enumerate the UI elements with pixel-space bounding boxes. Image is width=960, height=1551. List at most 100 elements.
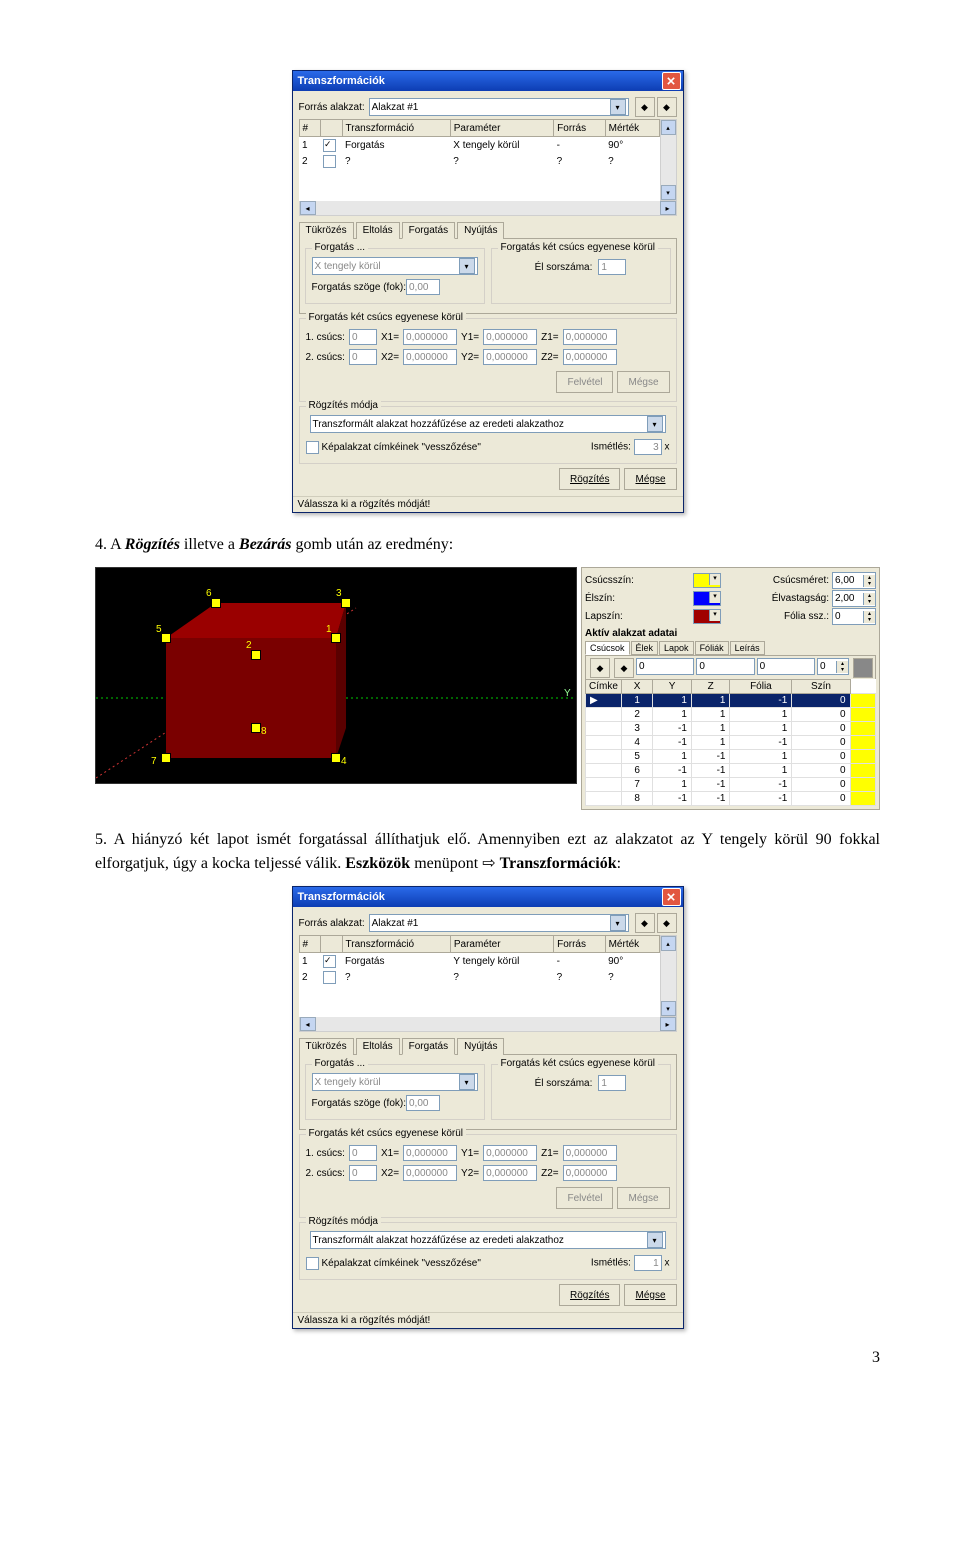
page-number: 3 (95, 1349, 880, 1367)
tab-rotate[interactable]: Forgatás (402, 1038, 455, 1055)
repeat-input[interactable] (634, 439, 662, 455)
tab-faces[interactable]: Lapok (659, 641, 694, 655)
rotate-axis-combo[interactable]: X tengely körül ▾ (312, 1073, 478, 1091)
checkbox-icon[interactable] (323, 971, 336, 984)
cancel-button[interactable]: Mégse (617, 371, 669, 393)
table-row: ▶111-10 (586, 694, 876, 708)
chevron-down-icon: ▾ (709, 592, 720, 603)
repeat-input[interactable] (634, 1255, 662, 1271)
tab-mirror[interactable]: Tükrözés (299, 1038, 354, 1055)
table-row[interactable]: 1 Forgatás Y tengely körül - 90° (299, 953, 659, 970)
edge-width-spinner[interactable]: 2,00▴▾ (832, 590, 876, 607)
chevron-down-icon: ▾ (610, 915, 626, 931)
color-cell[interactable] (853, 658, 873, 678)
table-row[interactable]: 2 ? ? ? ? (299, 153, 659, 169)
scroll-up-icon: ▴ (661, 120, 676, 135)
edge-index-input[interactable] (598, 259, 626, 275)
dialog-title: Transzformációk (298, 75, 385, 87)
transforms-dialog-1: Transzformációk Forrás alakzat: Alakzat … (292, 70, 684, 513)
arrow-up-button[interactable]: ◆ (635, 97, 655, 117)
titlebar[interactable]: Transzformációk (293, 71, 683, 91)
fix-button[interactable]: Rögzítés (559, 468, 620, 490)
chevron-down-icon[interactable]: ▾ (610, 99, 626, 115)
rotate-group: Forgatás ... X tengely körül ▾ Forgatás … (305, 248, 485, 304)
cancel-button[interactable]: Mégse (617, 1187, 669, 1209)
vertices-table[interactable]: CímkeXYZFóliaSzín ▶111-10 21110 3-1110 4… (585, 679, 876, 806)
table-row: 71-1-10 (586, 778, 876, 792)
dialog-title: Transzformációk (298, 891, 385, 903)
chevron-down-icon: ▾ (709, 610, 720, 621)
chevron-down-icon: ▾ (459, 258, 475, 274)
close-icon[interactable] (662, 888, 681, 906)
rotate-axis-combo[interactable]: X tengely körül ▾ (312, 257, 478, 275)
paragraph-5: 5. A hiányzó két lapot ismét forgatással… (95, 828, 880, 876)
arrow-down-button[interactable]: ◆ (657, 97, 677, 117)
close-button[interactable]: Mégse (624, 1284, 676, 1306)
scroll-right-icon: ▸ (660, 201, 676, 215)
tab-translate[interactable]: Eltolás (356, 222, 400, 239)
nav-down-icon[interactable]: ◆ (614, 658, 634, 678)
tab-vertices[interactable]: Csúcsok (585, 641, 630, 655)
scrollbar-horizontal[interactable]: ◂ ▸ (299, 200, 677, 216)
axis-y-label: Y (564, 688, 571, 699)
table-row: 6-1-110 (586, 764, 876, 778)
scroll-left-icon: ◂ (300, 201, 316, 215)
vertex-size-spinner[interactable]: 6,00▴▾ (832, 572, 876, 589)
vertex-color-swatch[interactable]: ▾ (693, 573, 721, 588)
status-bar: Válassza ki a rögzítés módját! (293, 1312, 683, 1328)
table-row: 51-110 (586, 750, 876, 764)
chevron-down-icon: ▾ (709, 574, 720, 585)
fix-mode-combo[interactable]: Transzformált alakzat hozzáfűzése az ere… (310, 415, 666, 433)
active-shape-title: Aktív alakzat adatai (585, 628, 876, 639)
source-shape-label: Forrás alakzat: (299, 102, 365, 113)
table-row[interactable]: 2 ? ? ? ? (299, 969, 659, 985)
checkbox-icon[interactable] (323, 955, 336, 968)
arrow-down-button[interactable]: ◆ (657, 913, 677, 933)
table-row: 21110 (586, 708, 876, 722)
properties-panel: Csúcsszín: ▾ Csúcsméret: 6,00▴▾ Élszín: … (581, 567, 880, 810)
nav-up-icon[interactable]: ◆ (590, 658, 610, 678)
tab-rotate[interactable]: Forgatás (402, 222, 455, 239)
titlebar[interactable]: Transzformációk (293, 887, 683, 907)
transforms-dialog-2: Transzformációk Forrás alakzat: Alakzat … (292, 886, 684, 1329)
scrollbar-vertical[interactable]: ▴ ▾ (660, 119, 677, 201)
arrow-up-button[interactable]: ◆ (635, 913, 655, 933)
transform-tabs: Tükrözés Eltolás Forgatás Nyújtás (299, 222, 677, 239)
rotate-2vertex-coords: Forgatás két csúcs egyenese körül 1. csú… (299, 318, 677, 402)
checkbox-icon[interactable] (306, 441, 319, 454)
scrollbar-vertical[interactable]: ▴▾ (660, 935, 677, 1017)
shape-data-tabs: Csúcsok Élek Lapok Fóliák Leírás (585, 641, 876, 655)
tab-translate[interactable]: Eltolás (356, 1038, 400, 1055)
source-shape-combo[interactable]: Alakzat #1 ▾ (369, 98, 629, 116)
table-row: 8-1-1-10 (586, 792, 876, 806)
status-bar: Válassza ki a rögzítés módját! (293, 496, 683, 512)
tab-foils[interactable]: Fóliák (695, 641, 729, 655)
close-icon[interactable] (662, 72, 681, 90)
tab-edges[interactable]: Élek (631, 641, 659, 655)
table-row: 3-1110 (586, 722, 876, 736)
table-row: 4-11-10 (586, 736, 876, 750)
fix-button[interactable]: Rögzítés (559, 1284, 620, 1306)
scrollbar-horizontal[interactable]: ◂▸ (299, 1016, 677, 1032)
foil-index-spinner[interactable]: 0▴▾ (832, 608, 876, 625)
edge-color-swatch[interactable]: ▾ (693, 591, 721, 606)
checkbox-icon[interactable] (323, 139, 336, 152)
3d-viewport[interactable]: Y 5 1 6 3 2 7 4 8 (95, 567, 577, 784)
add-button[interactable]: Felvétel (556, 1187, 613, 1209)
table-row[interactable]: 1 Forgatás X tengely körül - 90° (299, 137, 659, 154)
checkbox-icon[interactable] (323, 155, 336, 168)
fix-mode-combo[interactable]: Transzformált alakzat hozzáfűzése az ere… (310, 1231, 666, 1249)
tab-scale[interactable]: Nyújtás (457, 1038, 504, 1055)
tab-mirror[interactable]: Tükrözés (299, 222, 354, 239)
face-color-swatch[interactable]: ▾ (693, 609, 721, 624)
scroll-down-icon: ▾ (661, 185, 676, 200)
tab-scale[interactable]: Nyújtás (457, 222, 504, 239)
rotate-angle-input[interactable] (406, 279, 440, 295)
transforms-table[interactable]: # Transzformáció Paraméter Forrás Mérték… (299, 119, 660, 201)
source-shape-combo[interactable]: Alakzat #1 ▾ (369, 914, 629, 932)
transforms-table[interactable]: # Transzformáció Paraméter Forrás Mérték… (299, 935, 660, 1017)
checkbox-icon[interactable] (306, 1257, 319, 1270)
add-button[interactable]: Felvétel (556, 371, 613, 393)
tab-desc[interactable]: Leírás (730, 641, 765, 655)
close-button[interactable]: Mégse (624, 468, 676, 490)
